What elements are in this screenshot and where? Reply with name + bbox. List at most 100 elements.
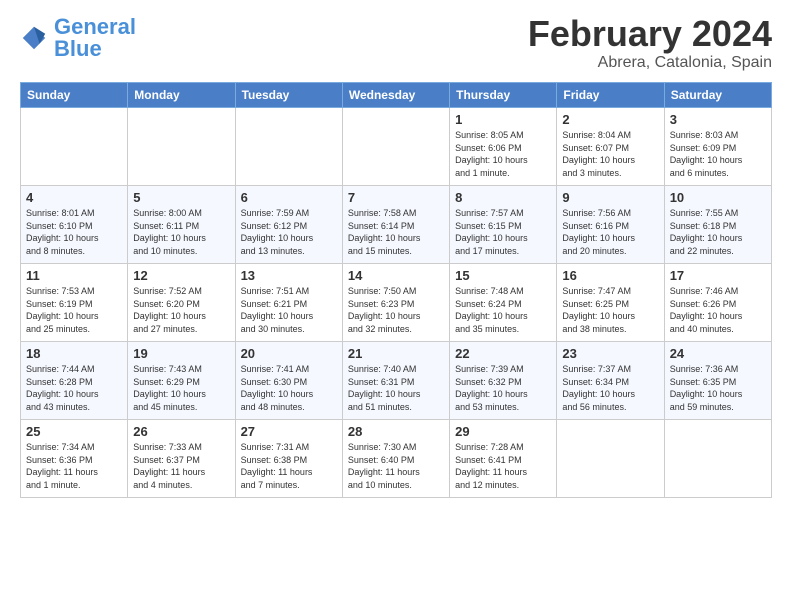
day-cell: 10 Sunrise: 7:55 AM Sunset: 6:18 PM Dayli…: [664, 186, 771, 264]
location-title: Abrera, Catalonia, Spain: [528, 54, 772, 72]
day-number: 6: [241, 190, 337, 205]
day-number: 13: [241, 268, 337, 283]
day-cell: 27 Sunrise: 7:31 AM Sunset: 6:38 PM Dayli…: [235, 420, 342, 498]
day-number: 9: [562, 190, 658, 205]
header: General Blue February 2024 Abrera, Catal…: [20, 16, 772, 72]
month-title: February 2024: [528, 16, 772, 52]
day-detail: Sunrise: 7:43 AM Sunset: 6:29 PM Dayligh…: [133, 363, 229, 413]
logo: General Blue: [20, 16, 136, 60]
day-cell: 23Sunrise: 7:37 AM Sunset: 6:34 PM Dayli…: [557, 342, 664, 420]
day-cell: [557, 420, 664, 498]
weekday-header-tuesday: Tuesday: [235, 83, 342, 108]
day-number: 28: [348, 424, 444, 439]
day-detail: Sunrise: 7:55 AM Sunset: 6:18 PM Dayligh…: [670, 207, 766, 257]
day-number: 27: [241, 424, 337, 439]
day-cell: 29 Sunrise: 7:28 AM Sunset: 6:41 PM Dayli…: [450, 420, 557, 498]
day-detail: Sunrise: 7:41 AM Sunset: 6:30 PM Dayligh…: [241, 363, 337, 413]
day-cell: [342, 108, 449, 186]
day-number: 23: [562, 346, 658, 361]
title-block: February 2024 Abrera, Catalonia, Spain: [528, 16, 772, 72]
week-row-2: 11Sunrise: 7:53 AM Sunset: 6:19 PM Dayli…: [21, 264, 772, 342]
day-number: 10: [670, 190, 766, 205]
day-detail: Sunrise: 7:48 AM Sunset: 6:24 PM Dayligh…: [455, 285, 551, 335]
day-cell: [664, 420, 771, 498]
day-number: 29: [455, 424, 551, 439]
day-detail: Sunrise: 7:33 AM Sunset: 6:37 PM Dayligh…: [133, 441, 229, 491]
day-number: 2: [562, 112, 658, 127]
day-number: 19: [133, 346, 229, 361]
day-number: 20: [241, 346, 337, 361]
day-detail: Sunrise: 7:39 AM Sunset: 6:32 PM Dayligh…: [455, 363, 551, 413]
day-detail: Sunrise: 7:30 AM Sunset: 6:40 PM Dayligh…: [348, 441, 444, 491]
day-number: 7: [348, 190, 444, 205]
day-detail: Sunrise: 7:50 AM Sunset: 6:23 PM Dayligh…: [348, 285, 444, 335]
day-detail: Sunrise: 7:59 AM Sunset: 6:12 PM Dayligh…: [241, 207, 337, 257]
day-cell: 25 Sunrise: 7:34 AM Sunset: 6:36 PM Dayli…: [21, 420, 128, 498]
day-cell: 7 Sunrise: 7:58 AM Sunset: 6:14 PM Daylig…: [342, 186, 449, 264]
day-cell: [235, 108, 342, 186]
day-number: 16: [562, 268, 658, 283]
week-row-0: 1Sunrise: 8:05 AM Sunset: 6:06 PM Daylig…: [21, 108, 772, 186]
logo-text: General Blue: [54, 16, 136, 60]
day-cell: 12 Sunrise: 7:52 AM Sunset: 6:20 PM Dayli…: [128, 264, 235, 342]
day-detail: Sunrise: 7:44 AM Sunset: 6:28 PM Dayligh…: [26, 363, 122, 413]
day-detail: Sunrise: 7:36 AM Sunset: 6:35 PM Dayligh…: [670, 363, 766, 413]
day-cell: 17 Sunrise: 7:46 AM Sunset: 6:26 PM Dayli…: [664, 264, 771, 342]
day-cell: 4Sunrise: 8:01 AM Sunset: 6:10 PM Daylig…: [21, 186, 128, 264]
day-cell: 18 Sunrise: 7:44 AM Sunset: 6:28 PM Dayli…: [21, 342, 128, 420]
day-number: 21: [348, 346, 444, 361]
day-cell: 15Sunrise: 7:48 AM Sunset: 6:24 PM Dayli…: [450, 264, 557, 342]
weekday-header-row: SundayMondayTuesdayWednesdayThursdayFrid…: [21, 83, 772, 108]
day-cell: 19 Sunrise: 7:43 AM Sunset: 6:29 PM Dayli…: [128, 342, 235, 420]
calendar-body: 1Sunrise: 8:05 AM Sunset: 6:06 PM Daylig…: [21, 108, 772, 498]
day-cell: 2 Sunrise: 8:04 AM Sunset: 6:07 PM Daylig…: [557, 108, 664, 186]
day-cell: [21, 108, 128, 186]
day-number: 12: [133, 268, 229, 283]
day-detail: Sunrise: 7:58 AM Sunset: 6:14 PM Dayligh…: [348, 207, 444, 257]
day-detail: Sunrise: 8:05 AM Sunset: 6:06 PM Dayligh…: [455, 129, 551, 179]
day-detail: Sunrise: 7:28 AM Sunset: 6:41 PM Dayligh…: [455, 441, 551, 491]
day-detail: Sunrise: 7:52 AM Sunset: 6:20 PM Dayligh…: [133, 285, 229, 335]
day-number: 17: [670, 268, 766, 283]
day-number: 18: [26, 346, 122, 361]
day-cell: 1Sunrise: 8:05 AM Sunset: 6:06 PM Daylig…: [450, 108, 557, 186]
day-detail: Sunrise: 7:57 AM Sunset: 6:15 PM Dayligh…: [455, 207, 551, 257]
page-container: General Blue February 2024 Abrera, Catal…: [0, 0, 792, 508]
calendar-table: SundayMondayTuesdayWednesdayThursdayFrid…: [20, 82, 772, 498]
day-detail: Sunrise: 7:31 AM Sunset: 6:38 PM Dayligh…: [241, 441, 337, 491]
day-cell: [128, 108, 235, 186]
weekday-header-friday: Friday: [557, 83, 664, 108]
day-number: 11: [26, 268, 122, 283]
day-number: 25: [26, 424, 122, 439]
day-number: 8: [455, 190, 551, 205]
day-cell: 8 Sunrise: 7:57 AM Sunset: 6:15 PM Daylig…: [450, 186, 557, 264]
logo-blue: Blue: [54, 36, 102, 61]
weekday-header-thursday: Thursday: [450, 83, 557, 108]
day-cell: 5Sunrise: 8:00 AM Sunset: 6:11 PM Daylig…: [128, 186, 235, 264]
day-cell: 9Sunrise: 7:56 AM Sunset: 6:16 PM Daylig…: [557, 186, 664, 264]
day-detail: Sunrise: 8:01 AM Sunset: 6:10 PM Dayligh…: [26, 207, 122, 257]
day-cell: 13 Sunrise: 7:51 AM Sunset: 6:21 PM Dayli…: [235, 264, 342, 342]
day-cell: 11Sunrise: 7:53 AM Sunset: 6:19 PM Dayli…: [21, 264, 128, 342]
day-detail: Sunrise: 7:51 AM Sunset: 6:21 PM Dayligh…: [241, 285, 337, 335]
day-cell: 6 Sunrise: 7:59 AM Sunset: 6:12 PM Daylig…: [235, 186, 342, 264]
weekday-header-saturday: Saturday: [664, 83, 771, 108]
day-cell: 14 Sunrise: 7:50 AM Sunset: 6:23 PM Dayli…: [342, 264, 449, 342]
day-cell: 3Sunrise: 8:03 AM Sunset: 6:09 PM Daylig…: [664, 108, 771, 186]
week-row-1: 4Sunrise: 8:01 AM Sunset: 6:10 PM Daylig…: [21, 186, 772, 264]
day-detail: Sunrise: 7:34 AM Sunset: 6:36 PM Dayligh…: [26, 441, 122, 491]
day-detail: Sunrise: 7:40 AM Sunset: 6:31 PM Dayligh…: [348, 363, 444, 413]
day-cell: 22 Sunrise: 7:39 AM Sunset: 6:32 PM Dayli…: [450, 342, 557, 420]
day-number: 14: [348, 268, 444, 283]
day-detail: Sunrise: 8:04 AM Sunset: 6:07 PM Dayligh…: [562, 129, 658, 179]
day-detail: Sunrise: 7:47 AM Sunset: 6:25 PM Dayligh…: [562, 285, 658, 335]
day-detail: Sunrise: 8:00 AM Sunset: 6:11 PM Dayligh…: [133, 207, 229, 257]
day-cell: 16 Sunrise: 7:47 AM Sunset: 6:25 PM Dayli…: [557, 264, 664, 342]
day-cell: 21 Sunrise: 7:40 AM Sunset: 6:31 PM Dayli…: [342, 342, 449, 420]
day-cell: 20 Sunrise: 7:41 AM Sunset: 6:30 PM Dayli…: [235, 342, 342, 420]
day-number: 26: [133, 424, 229, 439]
day-cell: 28 Sunrise: 7:30 AM Sunset: 6:40 PM Dayli…: [342, 420, 449, 498]
day-detail: Sunrise: 7:46 AM Sunset: 6:26 PM Dayligh…: [670, 285, 766, 335]
weekday-header-monday: Monday: [128, 83, 235, 108]
day-number: 22: [455, 346, 551, 361]
